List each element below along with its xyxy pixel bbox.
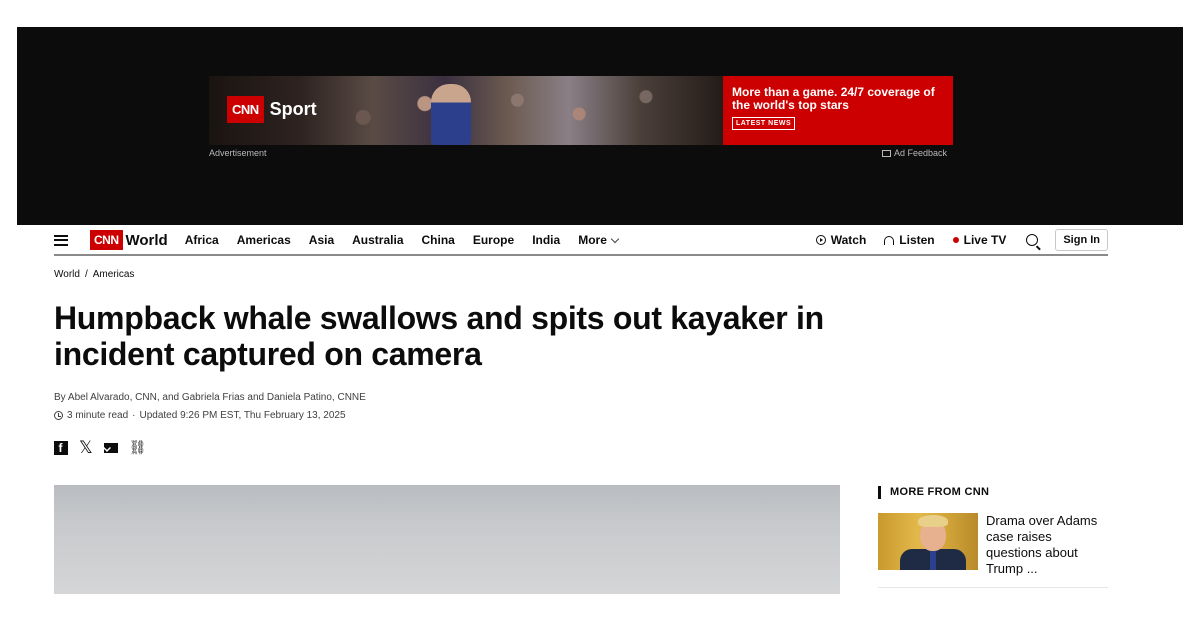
clock-icon [54, 411, 63, 420]
live-tv-label: Live TV [963, 233, 1007, 247]
read-time: 3 minute read [67, 410, 129, 421]
breadcrumb-world[interactable]: World [54, 269, 80, 280]
ad-banner[interactable]: CNN Sport More than a game. 24/7 coverag… [209, 76, 953, 145]
rail-heading: MORE FROM CNN [878, 486, 989, 499]
nav-item-americas[interactable]: Americas [237, 233, 291, 247]
search-icon[interactable] [1026, 234, 1039, 246]
nav-item-africa[interactable]: Africa [185, 233, 219, 247]
headphones-icon [884, 235, 895, 245]
nav-more-label: More [578, 233, 607, 247]
watch-label: Watch [830, 233, 867, 247]
rail-story-headline[interactable]: Drama over Adams case raises questions a… [986, 513, 1106, 587]
breadcrumb: World / Americas [54, 269, 134, 280]
ad-label: Advertisement [209, 148, 267, 158]
live-dot-icon [952, 237, 959, 243]
nav-item-europe[interactable]: Europe [473, 233, 514, 247]
hero-image[interactable] [54, 485, 840, 594]
nav-item-india[interactable]: India [532, 233, 560, 247]
ad-headline: More than a game. 24/7 coverage of the w… [732, 85, 935, 112]
nav-item-china[interactable]: China [422, 233, 455, 247]
meta-separator: · [132, 410, 136, 421]
ad-feedback-link[interactable]: Ad Feedback [882, 148, 947, 158]
chevron-down-icon [610, 234, 620, 243]
share-bar: f 𝕏 ⛓ [54, 439, 146, 456]
ad-player-image [431, 84, 471, 145]
feedback-icon [882, 149, 891, 157]
listen-label: Listen [899, 233, 935, 247]
site-header: CNN World Africa Americas Asia Australia… [54, 226, 1108, 256]
ad-feedback-text: Ad Feedback [894, 148, 948, 158]
watch-link[interactable]: Watch [815, 233, 867, 247]
ad-copy-panel: More than a game. 24/7 coverage of the w… [723, 76, 953, 145]
ad-cnn-logo: CNN [227, 96, 264, 123]
cnn-world-logo[interactable]: CNN World [90, 230, 168, 250]
rail-story-card[interactable]: Drama over Adams case raises questions a… [878, 513, 1108, 588]
ad-band: CNN Sport More than a game. 24/7 coverag… [17, 27, 1183, 225]
live-tv-link[interactable]: Live TV [952, 233, 1007, 247]
page-title: Humpback whale swallows and spits out ka… [54, 300, 824, 372]
nav-item-more[interactable]: More [578, 233, 620, 247]
sign-in-button[interactable]: Sign In [1055, 229, 1108, 251]
nav-item-australia[interactable]: Australia [352, 233, 403, 247]
breadcrumb-americas[interactable]: Americas [93, 269, 135, 280]
ad-photo: CNN Sport [209, 76, 723, 145]
updated-timestamp: Updated 9:26 PM EST, Thu February 13, 20… [139, 410, 346, 421]
email-icon[interactable] [103, 442, 118, 453]
rail-story-thumbnail[interactable] [878, 513, 978, 570]
main-nav: Africa Americas Asia Australia China Eur… [185, 233, 636, 247]
listen-link[interactable]: Listen [884, 233, 935, 247]
article-byline: By Abel Alvarado, CNN, and Gabriela Fria… [54, 392, 366, 403]
ad-cta-button[interactable]: LATEST NEWS [732, 117, 796, 130]
ad-logo: CNN Sport [227, 96, 317, 123]
facebook-icon[interactable]: f [54, 440, 68, 455]
menu-icon[interactable] [54, 234, 68, 246]
ad-sport-label: Sport [269, 99, 317, 119]
article-meta: 3 minute read · Updated 9:26 PM EST, Thu… [54, 410, 346, 421]
breadcrumb-separator: / [84, 269, 88, 280]
play-circle-icon [815, 235, 826, 245]
cnn-logo: CNN [90, 230, 123, 250]
section-name: World [125, 231, 168, 249]
header-actions: Watch Listen Live TV Sign In [798, 229, 1108, 251]
link-icon[interactable]: ⛓ [129, 439, 147, 456]
nav-item-asia[interactable]: Asia [309, 233, 334, 247]
x-twitter-icon[interactable]: 𝕏 [79, 439, 93, 456]
